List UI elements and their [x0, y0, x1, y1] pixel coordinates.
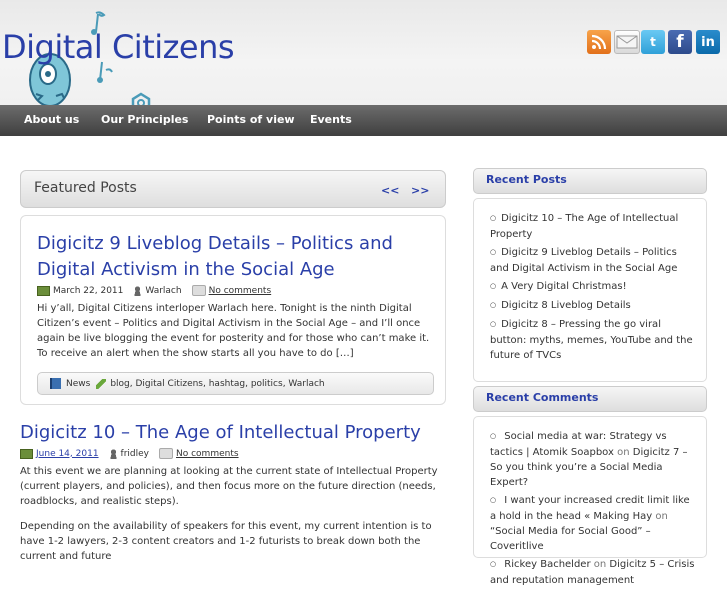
- facebook-icon[interactable]: f: [668, 30, 692, 54]
- user-icon: [108, 448, 118, 459]
- recent-post-item[interactable]: Digicitz 8 Liveblog Details: [490, 298, 698, 314]
- recent-comments-title: Recent Comments: [486, 391, 599, 404]
- comment-icon: [159, 448, 173, 459]
- nav-about-us[interactable]: About us: [24, 105, 79, 136]
- featured-posts-header: Featured Posts << >>: [20, 170, 446, 208]
- comment-on-label: on: [655, 511, 668, 522]
- featured-post-tagbar: News blog, Digital Citizens, hashtag, po…: [37, 372, 434, 395]
- rss-icon[interactable]: [587, 30, 611, 54]
- nav-our-principles[interactable]: Our Principles: [101, 105, 188, 136]
- featured-prev-button[interactable]: <<: [381, 184, 399, 197]
- recent-comments-header: Recent Comments: [473, 386, 707, 412]
- comment-on-label: on: [593, 559, 607, 570]
- post-comments-link[interactable]: No comments: [176, 449, 239, 459]
- recent-comment-item: Social media at war: Strategy vs tactics…: [490, 429, 698, 490]
- twitter-glyph: t: [650, 35, 656, 49]
- recent-posts-header: Recent Posts: [473, 168, 707, 194]
- tag-icon: [96, 378, 107, 389]
- featured-next-button[interactable]: >>: [411, 184, 429, 197]
- facebook-glyph: f: [676, 32, 684, 52]
- recent-post-item[interactable]: A Very Digital Christmas!: [490, 279, 698, 295]
- twitter-icon[interactable]: t: [641, 30, 665, 54]
- recent-post-item[interactable]: Digicitz 10 – The Age of Intellectual Pr…: [490, 211, 698, 242]
- recent-comment-item: Rickey Bachelder on Digicitz 5 – Crisis …: [490, 557, 698, 588]
- featured-post-category[interactable]: News: [66, 379, 90, 389]
- post-title[interactable]: Digicitz 10 – The Age of Intellectual Pr…: [20, 420, 440, 446]
- recent-posts-title: Recent Posts: [486, 173, 567, 186]
- nav-points-of-view[interactable]: Points of view: [207, 105, 295, 136]
- recent-posts-box: Digicitz 10 – The Age of Intellectual Pr…: [473, 198, 707, 382]
- featured-post-comments-link[interactable]: No comments: [209, 286, 272, 296]
- comment-icon: [191, 285, 206, 296]
- comment-on-label: on: [617, 447, 630, 458]
- linkedin-glyph: in: [701, 34, 715, 50]
- featured-post-date: March 22, 2011: [53, 285, 124, 296]
- post-author[interactable]: fridley: [121, 449, 149, 459]
- site-header: Digital Citizens t f in: [0, 0, 727, 108]
- featured-post-author[interactable]: Warlach: [145, 286, 181, 296]
- user-icon: [133, 285, 143, 296]
- nav-events[interactable]: Events: [310, 105, 352, 136]
- post-meta: June 14, 2011 fridley No comments: [20, 448, 239, 459]
- comment-post-link[interactable]: “Social Media for Social Good” – Coverit…: [490, 526, 651, 552]
- featured-post-title[interactable]: Digicitz 9 Liveblog Details – Politics a…: [37, 231, 437, 283]
- category-icon: [50, 378, 61, 389]
- recent-posts-list: Digicitz 10 – The Age of Intellectual Pr…: [490, 211, 698, 366]
- main-nav: About us Our Principles Points of view E…: [0, 105, 727, 136]
- post-paragraph-1: At this event we are planning at looking…: [20, 466, 438, 507]
- featured-posts-title: Featured Posts: [34, 180, 137, 196]
- calendar-icon: [37, 285, 50, 296]
- recent-post-item[interactable]: Digicitz 9 Liveblog Details – Politics a…: [490, 245, 698, 276]
- calendar-icon: [20, 448, 33, 459]
- email-icon[interactable]: [614, 30, 640, 54]
- recent-post-item[interactable]: Digicitz 8 – Pressing the go viral butto…: [490, 317, 698, 363]
- post-paragraph-2: Depending on the availability of speaker…: [20, 521, 432, 562]
- featured-post-meta: March 22, 2011 Warlach No comments: [37, 285, 271, 296]
- post-date-link[interactable]: June 14, 2011: [36, 449, 99, 459]
- site-title[interactable]: Digital Citizens: [2, 28, 235, 66]
- linkedin-icon[interactable]: in: [696, 30, 720, 54]
- comment-author-link[interactable]: Rickey Bachelder: [504, 559, 590, 570]
- recent-comments-list: Social media at war: Strategy vs tactics…: [490, 429, 698, 591]
- featured-post-tags[interactable]: blog, Digital Citizens, hashtag, politic…: [110, 379, 324, 389]
- featured-post-excerpt: Hi y’all, Digital Citizens interloper Wa…: [37, 303, 430, 359]
- recent-comments-box: Social media at war: Strategy vs tactics…: [473, 416, 707, 586]
